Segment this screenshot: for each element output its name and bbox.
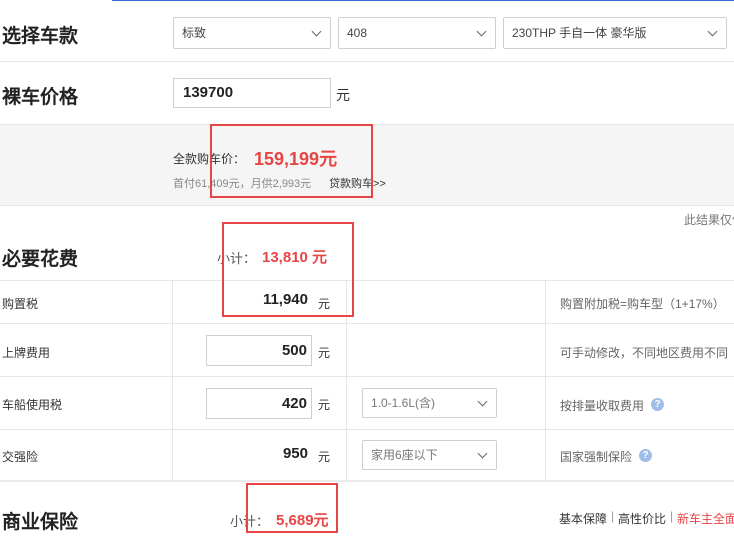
compulsory-insurance-note: 国家强制保险 — [560, 450, 633, 464]
divider — [0, 323, 734, 324]
brand-select-value: 标致 — [182, 26, 207, 40]
basic-coverage-link[interactable]: 基本保障 — [559, 510, 607, 527]
highlight-box — [210, 124, 373, 198]
divider — [0, 61, 734, 62]
commercial-insurance-title: 商业保险 — [2, 512, 79, 533]
chevron-down-icon — [477, 448, 488, 459]
vehicle-tax-unit: 元 — [318, 398, 331, 412]
row-label-registration: 上牌费用 — [2, 346, 51, 360]
help-icon[interactable]: ? — [639, 449, 652, 462]
link-separator: | — [611, 509, 615, 523]
link-separator: | — [670, 509, 674, 523]
seat-type-select-value: 家用6座以下 — [371, 448, 438, 462]
trim-select-value: 230THP 手自一体 豪华版 — [512, 26, 647, 40]
full-coverage-link[interactable]: 新车主全面 — [677, 510, 734, 527]
brand-select[interactable]: 标致 — [173, 17, 331, 49]
registration-fee-unit: 元 — [318, 346, 331, 360]
purchase-tax-note: 购置附加税=购车型（1+17%） — [560, 297, 725, 311]
registration-fee-input[interactable]: 500 — [206, 335, 312, 366]
series-select[interactable]: 408 — [338, 17, 496, 49]
bare-price-title: 裸车价格 — [2, 87, 79, 108]
chevron-down-icon — [477, 396, 488, 407]
row-label-compulsory-insurance: 交强险 — [2, 450, 39, 464]
series-select-value: 408 — [347, 26, 368, 40]
required-costs-title: 必要花费 — [2, 249, 79, 270]
bare-price-input[interactable]: 139700 — [173, 78, 331, 108]
select-model-title: 选择车款 — [2, 26, 79, 47]
divider — [0, 376, 734, 377]
highlight-box — [246, 483, 338, 533]
bare-price-unit: 元 — [336, 87, 350, 103]
column-divider — [172, 280, 173, 480]
divider — [0, 480, 734, 482]
vehicle-tax-input[interactable]: 420 — [206, 388, 312, 419]
top-accent-line — [112, 0, 734, 1]
help-icon[interactable]: ? — [651, 398, 664, 411]
compulsory-insurance-unit: 元 — [318, 450, 331, 464]
vehicle-tax-note: 按排量收取费用 — [560, 399, 645, 413]
displacement-select-value: 1.0-1.6L(含) — [371, 396, 436, 410]
chevron-down-icon — [707, 26, 718, 37]
trim-select[interactable]: 230THP 手自一体 豪华版 — [503, 17, 727, 49]
seat-type-select[interactable]: 家用6座以下 — [362, 440, 497, 470]
displacement-select[interactable]: 1.0-1.6L(含) — [362, 388, 497, 418]
column-divider — [545, 280, 546, 480]
chevron-down-icon — [476, 26, 487, 37]
compulsory-insurance-value: 950 — [282, 445, 308, 462]
value-coverage-link[interactable]: 高性价比 — [618, 510, 666, 527]
chevron-down-icon — [311, 26, 322, 37]
disclaimer-text: 此结果仅供 — [684, 213, 734, 227]
divider — [0, 280, 734, 281]
divider — [0, 429, 734, 430]
row-label-vehicle-tax: 车船使用税 — [2, 398, 63, 412]
row-label-purchase-tax: 购置税 — [2, 297, 39, 311]
highlight-box — [222, 222, 354, 317]
registration-fee-note: 可手动修改，不同地区费用不同 — [560, 346, 729, 360]
